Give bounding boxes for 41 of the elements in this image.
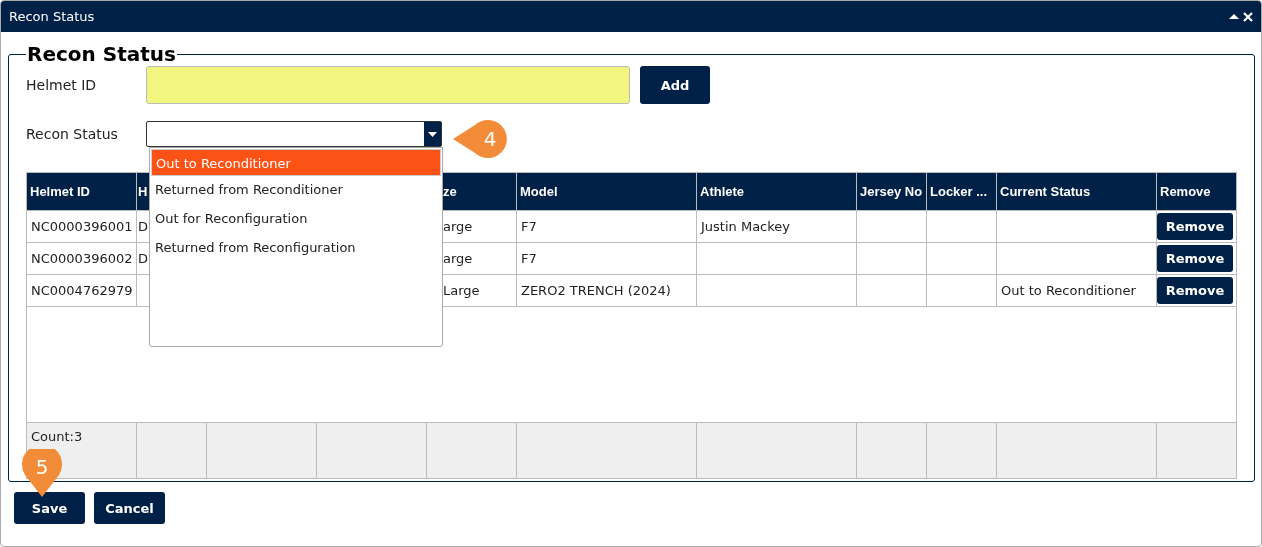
dropdown-option[interactable]: Returned from Reconditioner — [151, 176, 441, 205]
column-header: H — [138, 184, 148, 199]
table-cell: F7 — [521, 251, 537, 266]
section-title: Recon Status — [26, 42, 177, 66]
table-cell: arge — [443, 219, 473, 234]
dropdown-option[interactable]: Out for Reconfiguration — [151, 205, 441, 234]
column-header: Athlete — [700, 184, 745, 199]
column-header: Helmet ID — [30, 184, 90, 199]
table-cell: D — [138, 219, 148, 234]
step-callout: 5 — [21, 449, 63, 497]
remove-button[interactable]: Remove — [1157, 245, 1233, 272]
table-cell: Large — [443, 283, 480, 298]
window-title: Recon Status — [9, 9, 95, 24]
add-button[interactable]: Add — [640, 66, 710, 104]
action-button[interactable]: Save — [14, 492, 85, 524]
remove-button[interactable]: Remove — [1157, 213, 1233, 240]
table-cell: NC0004762979 — [31, 283, 133, 298]
caret-icon — [428, 131, 437, 137]
table-cell: Justin Mackey — [701, 219, 790, 234]
table-cell: Out to Reconditioner — [1001, 283, 1136, 298]
table-cell: NC0000396001 — [31, 219, 133, 234]
helmet-id-field[interactable] — [146, 66, 630, 104]
field-label: Helmet ID — [26, 77, 98, 93]
row-count: Count:3 — [31, 429, 83, 444]
table-cell: F7 — [521, 219, 537, 234]
field-label: Recon Status — [26, 126, 119, 142]
table-cell: D — [138, 251, 148, 266]
column-header: ze — [443, 184, 457, 199]
column-header: Jersey No — [860, 184, 923, 199]
column-header: Current Status — [1000, 184, 1091, 199]
collapse-icon[interactable] — [1229, 13, 1239, 20]
dropdown-option[interactable]: Returned from Reconfiguration — [151, 234, 441, 263]
remove-button[interactable]: Remove — [1157, 277, 1233, 304]
action-button[interactable]: Cancel — [94, 492, 165, 524]
table-cell: ZERO2 TRENCH (2024) — [521, 283, 671, 298]
column-header: Model — [520, 184, 558, 199]
table-cell: arge — [443, 251, 473, 266]
column-header: Locker ... — [930, 184, 988, 199]
table-cell: NC0000396002 — [31, 251, 133, 266]
close-icon[interactable] — [1243, 11, 1253, 22]
column-header: Remove — [1160, 184, 1211, 199]
